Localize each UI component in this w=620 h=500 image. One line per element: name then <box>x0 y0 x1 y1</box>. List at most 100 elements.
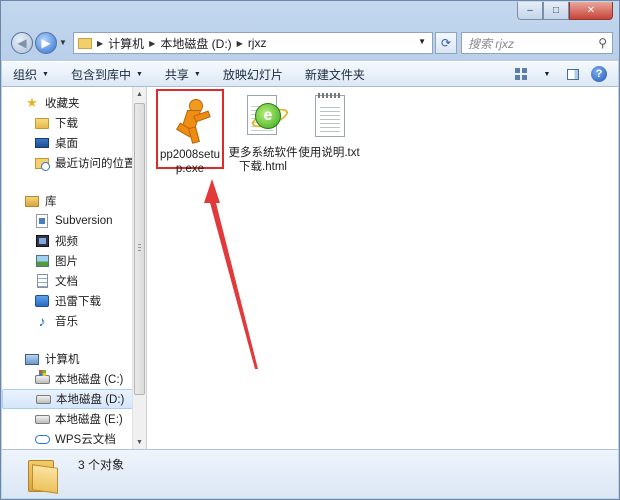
tree-item-music[interactable]: ♪ 音乐 <box>2 311 132 331</box>
change-view-button[interactable] <box>510 64 532 84</box>
tree-item-videos[interactable]: 视频 <box>2 231 132 251</box>
view-options-dropdown[interactable]: ▼ <box>536 64 558 84</box>
chevron-right-icon[interactable]: ▶ <box>97 39 103 48</box>
search-icon: ⚲ <box>598 36 607 50</box>
system-drive-icon <box>34 369 50 386</box>
tree-label: 最近访问的位置 <box>55 158 132 170</box>
chevron-right-icon[interactable]: ▶ <box>149 39 155 48</box>
navigation-pane: ★ 收藏夹 下载 桌面 最近访问的位置 库 Subversion 视频 图片 文档… <box>2 87 132 449</box>
drive-icon <box>34 412 50 426</box>
search-input[interactable]: 搜索 rjxz ⚲ <box>461 32 613 54</box>
tree-item-drive-c[interactable]: 本地磁盘 (C:) <box>2 369 132 389</box>
desktop-icon <box>34 136 50 150</box>
maximize-button[interactable]: □ <box>543 2 569 20</box>
file-name: 使用说明.txt <box>298 147 360 159</box>
tree-label: 计算机 <box>45 354 80 366</box>
tree-item-drive-d[interactable]: 本地磁盘 (D:) <box>2 389 132 409</box>
file-item-txt[interactable]: 使用说明.txt <box>294 93 364 160</box>
tree-label: 本地磁盘 (D:) <box>56 394 125 406</box>
file-name: pp2008setup.exe <box>159 149 221 175</box>
share-button[interactable]: 共享 ▼ <box>154 63 212 85</box>
file-item-html[interactable]: e 更多系统软件下载.html <box>228 95 298 174</box>
new-folder-button[interactable]: 新建文件夹 <box>294 63 376 85</box>
computer-icon <box>24 352 40 366</box>
scroll-down-arrow[interactable]: ▼ <box>133 435 146 449</box>
downloads-folder-icon <box>34 116 50 130</box>
chevron-down-icon: ▼ <box>193 70 201 78</box>
slideshow-button[interactable]: 放映幻灯片 <box>212 63 294 85</box>
address-bar[interactable]: ▶ 计算机 ▶ 本地磁盘 (D:) ▶ rjxz ▼ <box>73 32 433 54</box>
file-name: 更多系统软件下载.html <box>228 147 298 173</box>
subversion-icon <box>34 214 50 228</box>
scroll-up-arrow[interactable]: ▲ <box>133 87 146 101</box>
search-placeholder: 搜索 rjxz <box>468 36 514 51</box>
cloud-icon <box>34 432 50 446</box>
help-icon: ? <box>591 66 607 82</box>
tree-item-subversion[interactable]: Subversion <box>2 211 132 231</box>
share-label: 共享 <box>164 67 189 82</box>
tree-label: WPS云文档 <box>55 434 116 446</box>
tree-item-recent-places[interactable]: 最近访问的位置 <box>2 153 132 173</box>
tree-computer[interactable]: 计算机 <box>2 349 132 369</box>
tree-item-wps-cloud[interactable]: WPS云文档 <box>2 429 132 449</box>
details-pane: 3 个对象 <box>2 449 618 498</box>
back-button[interactable]: ◀ <box>11 32 33 54</box>
tree-item-documents[interactable]: 文档 <box>2 271 132 291</box>
chevron-down-icon[interactable]: ▼ <box>418 37 426 46</box>
tree-libraries[interactable]: 库 <box>2 191 132 211</box>
recent-pages-dropdown[interactable]: ▼ <box>59 38 67 47</box>
arrow-shaft <box>209 199 258 369</box>
tree-item-xunlei-downloads[interactable]: 迅雷下载 <box>2 291 132 311</box>
minimize-button[interactable]: ‒ <box>517 2 543 20</box>
runner-exe-icon <box>166 97 214 145</box>
arrow-head <box>204 179 220 203</box>
file-item-exe[interactable]: pp2008setup.exe <box>156 89 224 175</box>
tree-favorites[interactable]: ★ 收藏夹 <box>2 93 132 113</box>
tree-item-desktop[interactable]: 桌面 <box>2 133 132 153</box>
explorer-body: ★ 收藏夹 下载 桌面 最近访问的位置 库 Subversion 视频 图片 文档… <box>2 87 618 449</box>
tree-item-downloads[interactable]: 下载 <box>2 113 132 133</box>
breadcrumb-computer[interactable]: 计算机 <box>108 35 144 52</box>
breadcrumb-drive-d[interactable]: 本地磁盘 (D:) <box>160 35 231 52</box>
item-count: 3 个对象 <box>78 458 125 472</box>
tree-item-pictures[interactable]: 图片 <box>2 251 132 271</box>
chevron-down-icon: ▼ <box>135 70 143 78</box>
tree-label: 视频 <box>55 236 78 248</box>
chevron-right-icon[interactable]: ▶ <box>237 39 243 48</box>
view-grid-icon <box>515 68 527 80</box>
scroll-thumb[interactable] <box>134 103 145 395</box>
video-icon <box>34 234 50 248</box>
tree-label: 本地磁盘 (E:) <box>55 414 123 426</box>
navigation-scrollbar[interactable]: ▲ ▼ <box>132 87 147 449</box>
tree-label: 库 <box>45 196 57 208</box>
tree-label: 迅雷下载 <box>55 296 101 308</box>
breadcrumb-rjxz[interactable]: rjxz <box>248 36 267 50</box>
tree-label: 收藏夹 <box>45 98 80 110</box>
refresh-icon: ⟳ <box>440 36 452 50</box>
recent-places-icon <box>34 156 50 171</box>
grip-icon <box>138 244 141 252</box>
command-bar: 组织 ▼ 包含到库中 ▼ 共享 ▼ 放映幻灯片 新建文件夹 ▼ ? <box>2 61 618 87</box>
help-button[interactable]: ? <box>588 64 610 84</box>
preview-pane-button[interactable] <box>562 64 584 84</box>
include-in-library-button[interactable]: 包含到库中 ▼ <box>60 63 154 85</box>
caption-buttons: ‒ □ ✕ <box>517 2 613 20</box>
tree-item-drive-e[interactable]: 本地磁盘 (E:) <box>2 409 132 429</box>
chevron-down-icon: ▼ <box>42 70 49 78</box>
organize-button[interactable]: 组织 ▼ <box>2 63 60 85</box>
tree-label: 图片 <box>55 256 78 268</box>
slideshow-label: 放映幻灯片 <box>222 67 283 82</box>
refresh-button[interactable]: ⟳ <box>435 32 457 54</box>
organize-label: 组织 <box>13 67 38 82</box>
html-file-icon: e <box>239 95 291 143</box>
picture-icon <box>34 254 50 268</box>
close-button[interactable]: ✕ <box>569 2 613 20</box>
drive-icon <box>35 392 51 406</box>
xunlei-icon <box>34 294 50 308</box>
tree-label: 本地磁盘 (C:) <box>55 374 124 386</box>
new-folder-label: 新建文件夹 <box>304 67 365 82</box>
library-icon <box>24 194 40 208</box>
tree-label: 下载 <box>55 118 78 130</box>
music-icon: ♪ <box>38 313 46 329</box>
forward-button[interactable]: ▶ <box>35 32 57 54</box>
